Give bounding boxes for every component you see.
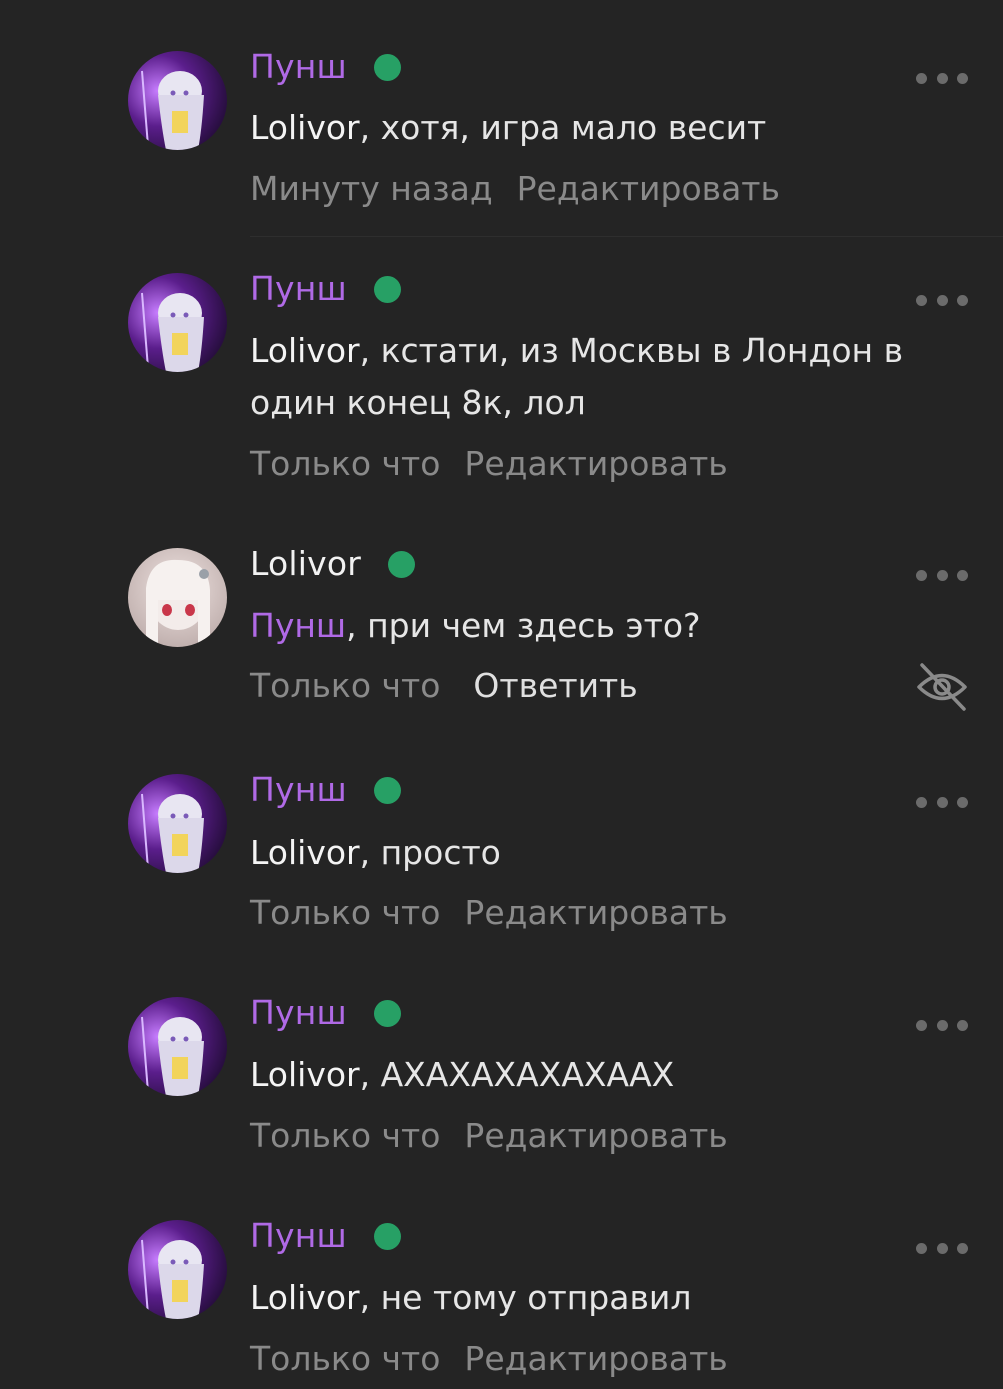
online-status-dot (373, 275, 401, 303)
comment-body: , хотя, игра мало весит (359, 108, 767, 147)
comment-text: Lolivor, не тому отправил (250, 1272, 930, 1324)
more-horizontal-icon (916, 294, 927, 306)
more-horizontal-icon (916, 72, 927, 84)
edit-button[interactable]: Редактировать (464, 444, 727, 483)
online-status-dot (388, 550, 416, 578)
mention-link[interactable]: Пунш (250, 606, 346, 645)
mention-link[interactable]: Lolivor (250, 1055, 360, 1094)
timestamp: Только что (250, 665, 441, 705)
comment-meta: Только что Редактировать (250, 438, 728, 488)
mention-link[interactable]: Lolivor (250, 108, 360, 147)
author-line: Пунш (250, 45, 401, 89)
mention-link[interactable]: Lolivor (250, 331, 360, 370)
online-status-dot (373, 776, 401, 804)
mention-link[interactable]: Lolivor (250, 833, 360, 872)
divider (250, 236, 1003, 237)
comment-text: Lolivor, просто (250, 827, 930, 879)
author-line: Пунш (250, 267, 401, 311)
author-name[interactable]: Lolivor (250, 542, 361, 586)
edit-button[interactable]: Редактировать (464, 1116, 727, 1155)
comment-meta: Только что Редактировать (250, 1333, 728, 1383)
comment-body: , АХАХАХАХАХААХ (359, 1055, 675, 1094)
online-status-dot (373, 999, 401, 1027)
edit-button[interactable]: Редактировать (464, 1339, 727, 1378)
comment-body: , при чем здесь это? (346, 606, 701, 645)
comment-meta: Только что Редактировать (250, 887, 728, 937)
more-horizontal-icon (916, 1019, 927, 1031)
more-options-button[interactable] (916, 790, 968, 814)
author-line: Пунш (250, 768, 401, 812)
avatar[interactable] (128, 774, 227, 873)
edit-button[interactable]: Редактировать (464, 893, 727, 932)
more-options-button[interactable] (916, 1013, 968, 1037)
comment-body: , не тому отправил (359, 1278, 692, 1317)
timestamp: Минуту назад (250, 168, 493, 208)
online-status-dot (373, 53, 401, 81)
author-line: Пунш (250, 991, 401, 1035)
author-name[interactable]: Пунш (250, 991, 347, 1035)
author-line: Пунш (250, 1214, 401, 1258)
more-options-button[interactable] (916, 288, 968, 312)
eye-off-icon (917, 663, 967, 711)
hide-comment-button[interactable] (915, 660, 969, 714)
avatar[interactable] (128, 548, 227, 647)
comment-text: Lolivor, хотя, игра мало весит (250, 102, 930, 154)
more-horizontal-icon (916, 1242, 927, 1254)
more-horizontal-icon (916, 569, 927, 581)
comment-text: Пунш, при чем здесь это? (250, 600, 930, 652)
mention-link[interactable]: Lolivor (250, 1278, 360, 1317)
comment-meta: Только что Редактировать (250, 1110, 728, 1160)
avatar[interactable] (128, 51, 227, 150)
timestamp: Только что (250, 1338, 441, 1378)
avatar[interactable] (128, 1220, 227, 1319)
author-name[interactable]: Пунш (250, 267, 347, 311)
avatar[interactable] (128, 997, 227, 1096)
more-options-button[interactable] (916, 1236, 968, 1260)
edit-button[interactable]: Редактировать (517, 169, 780, 208)
comment-text: Lolivor, кстати, из Москвы в Лондон в од… (250, 325, 930, 429)
avatar[interactable] (128, 273, 227, 372)
comment-meta: Только что Ответить (250, 660, 638, 710)
more-options-button[interactable] (916, 563, 968, 587)
online-status-dot (373, 1222, 401, 1250)
timestamp: Только что (250, 443, 441, 483)
author-name[interactable]: Пунш (250, 1214, 347, 1258)
author-line: Lolivor (250, 542, 416, 586)
comment-text: Lolivor, АХАХАХАХАХААХ (250, 1049, 930, 1101)
author-name[interactable]: Пунш (250, 45, 347, 89)
comment-body: , просто (359, 833, 501, 872)
author-name[interactable]: Пунш (250, 768, 347, 812)
more-options-button[interactable] (916, 66, 968, 90)
more-horizontal-icon (916, 796, 927, 808)
comment-meta: Минуту назад Редактировать (250, 163, 780, 213)
reply-button[interactable]: Ответить (473, 666, 637, 705)
timestamp: Только что (250, 892, 441, 932)
timestamp: Только что (250, 1115, 441, 1155)
